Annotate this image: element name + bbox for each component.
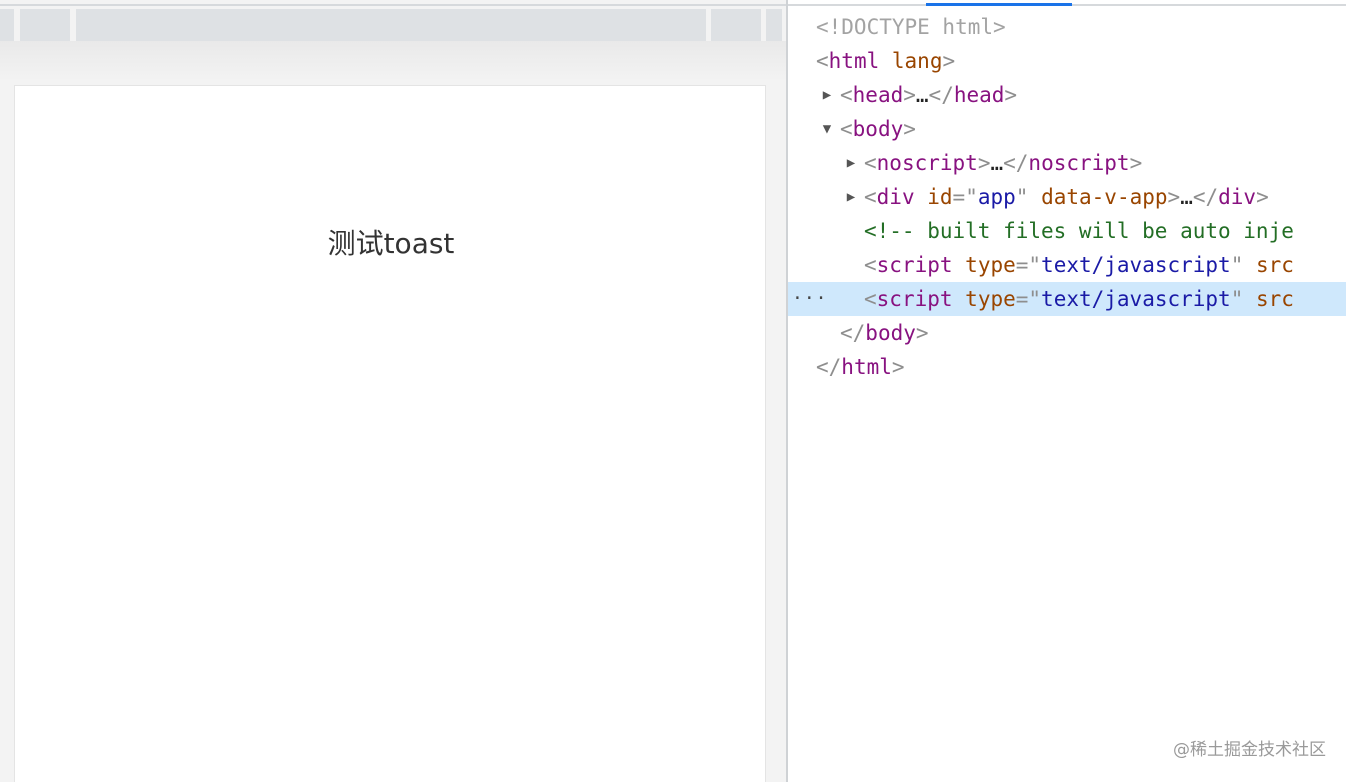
dom-node-doctype[interactable]: <!DOCTYPE html> <box>788 10 1346 44</box>
expand-triangle-icon[interactable]: ▶ <box>820 78 834 112</box>
device-preview-pane: 测试toast <box>0 0 787 782</box>
body-open-tag: <body> <box>840 117 916 141</box>
script-tag: <script type="text/javascript" src <box>864 287 1294 311</box>
collapse-triangle-icon[interactable]: ▼ <box>820 112 834 146</box>
dom-tree: <!DOCTYPE html> <html lang> ▶ <head>…</h… <box>788 10 1346 384</box>
toolbar-segment[interactable] <box>766 9 782 41</box>
dom-node-head[interactable]: ▶ <head>…</head> <box>788 78 1346 112</box>
expand-triangle-icon[interactable]: ▶ <box>844 180 858 214</box>
active-tab-indicator <box>926 3 1072 6</box>
dom-node-comment[interactable]: <!-- built files will be auto inje <box>788 214 1346 248</box>
more-options-icon[interactable]: ··· <box>792 282 828 316</box>
expand-triangle-icon[interactable]: ▶ <box>844 146 858 180</box>
dom-node-div-app[interactable]: ▶ <div id="app" data-v-app>…</div> <box>788 180 1346 214</box>
dom-node-script-selected[interactable]: ··· <script type="text/javascript" src <box>788 282 1346 316</box>
dom-node-noscript[interactable]: ▶ <noscript>…</noscript> <box>788 146 1346 180</box>
dom-node-html[interactable]: <html lang> <box>788 44 1346 78</box>
doctype-text: <!DOCTYPE html> <box>816 15 1006 39</box>
comment-text: <!-- built files will be auto inje <box>864 219 1294 243</box>
devtools-elements-panel: <!DOCTYPE html> <html lang> ▶ <head>…</h… <box>788 0 1346 782</box>
watermark: @稀土掘金技术社区 <box>1173 740 1326 760</box>
preview-top-border <box>0 4 787 6</box>
html-close-tag: </html> <box>816 355 905 379</box>
html-open-tag: <html lang> <box>816 49 956 73</box>
dom-node-body[interactable]: ▼ <body> <box>788 112 1346 146</box>
body-close-tag: </body> <box>840 321 929 345</box>
toolbar-segment[interactable] <box>711 9 761 41</box>
page-text-test-toast[interactable]: 测试toast <box>15 226 767 262</box>
device-frame[interactable]: 测试toast <box>14 85 766 782</box>
toolbar-segment[interactable] <box>0 9 14 41</box>
toolbar-segment[interactable] <box>20 9 70 41</box>
noscript-tag: <noscript>…</noscript> <box>864 151 1143 175</box>
head-tag: <head>…</head> <box>840 83 1018 107</box>
preview-shadow <box>0 41 787 81</box>
dom-node-body-close[interactable]: </body> <box>788 316 1346 350</box>
toolbar-segment[interactable] <box>76 9 706 41</box>
dom-node-script[interactable]: <script type="text/javascript" src <box>788 248 1346 282</box>
dom-node-html-close[interactable]: </html> <box>788 350 1346 384</box>
div-app-tag: <div id="app" data-v-app>…</div> <box>864 185 1269 209</box>
preview-toolbar <box>0 9 787 41</box>
script-tag: <script type="text/javascript" src <box>864 253 1294 277</box>
